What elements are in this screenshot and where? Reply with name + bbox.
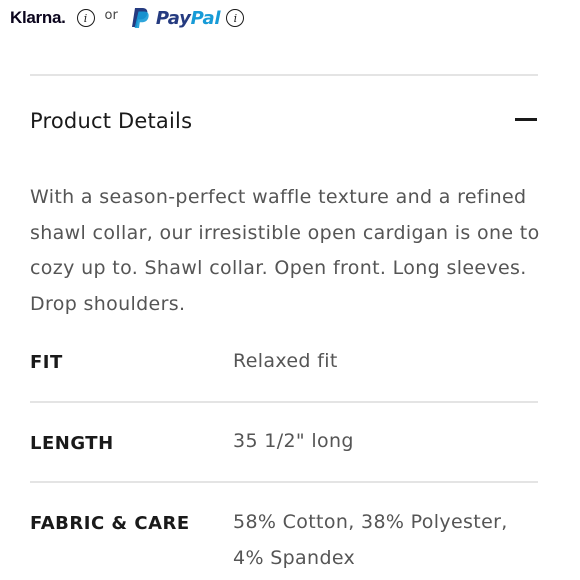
divider xyxy=(30,74,538,76)
payment-options: Klarna. i or PayPal i xyxy=(10,6,245,30)
spec-value-fit: Relaxed fit xyxy=(233,350,338,372)
klarna-logo: Klarna. xyxy=(10,8,66,27)
spec-label-length: LENGTH xyxy=(30,433,114,454)
paypal-info-icon[interactable]: i xyxy=(226,9,245,27)
paypal-wordmark: PayPal xyxy=(155,7,221,29)
spec-label-fabric-care: FABRIC & CARE xyxy=(30,513,190,534)
or-label: or xyxy=(104,7,118,23)
spec-value-length: 35 1/2" long xyxy=(233,430,354,452)
spec-label-fit: FIT xyxy=(30,352,63,373)
klarna-info-icon[interactable]: i xyxy=(76,9,95,27)
spec-value-fabric-care: 58% Cotton, 38% Polyester, 4% Spandex xyxy=(233,511,508,569)
divider xyxy=(30,401,538,403)
collapse-minus-icon[interactable] xyxy=(512,108,540,132)
divider xyxy=(30,481,538,483)
section-title[interactable]: Product Details xyxy=(30,109,192,133)
product-description: With a season-perfect waffle texture and… xyxy=(30,186,540,315)
paypal-logo-icon xyxy=(131,8,149,28)
